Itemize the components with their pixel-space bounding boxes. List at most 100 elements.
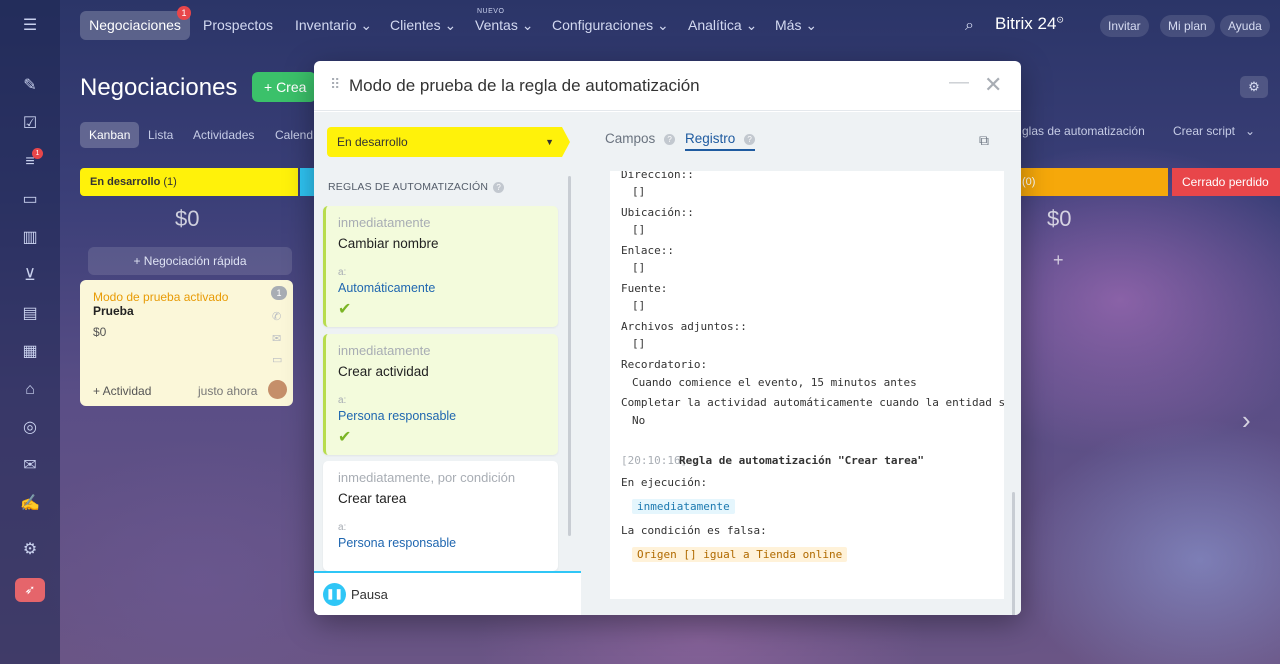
inbox-icon[interactable]: ▭ bbox=[20, 190, 40, 210]
rules-panel: En desarrollo ▼ REGLAS DE AUTOMATIZACIÓN… bbox=[314, 112, 581, 615]
settings-icon[interactable]: ⚙ bbox=[20, 540, 40, 560]
scroll-right-icon[interactable]: › bbox=[1242, 405, 1251, 436]
pause-button[interactable]: Pausa bbox=[351, 587, 388, 602]
pause-icon[interactable]: ❚❚ bbox=[323, 583, 346, 606]
nav-mas[interactable]: Más ⌄ bbox=[775, 17, 817, 34]
menu-icon[interactable]: ☰ bbox=[20, 16, 40, 36]
rule-a-label: a: bbox=[338, 395, 347, 406]
nav-clientes[interactable]: Clientes ⌄ bbox=[390, 17, 456, 34]
log-scrollbar[interactable] bbox=[1012, 492, 1015, 615]
quick-deal-button[interactable]: + Negociación rápida bbox=[88, 247, 292, 275]
automation-rules-button[interactable]: glas de automatización bbox=[1022, 124, 1145, 138]
view-lista[interactable]: Lista bbox=[139, 122, 182, 148]
help-icon: ? bbox=[664, 133, 676, 145]
close-icon[interactable]: ✕ bbox=[984, 72, 1002, 98]
log-list: 017 Dirección:: [] 018 Ubicación:: [] 01… bbox=[610, 171, 1004, 599]
rule-a-label: a: bbox=[338, 522, 347, 533]
crm-badge: 1 bbox=[32, 148, 43, 159]
rule-target[interactable]: Persona responsable bbox=[338, 409, 558, 423]
rule-target[interactable]: Automáticamente bbox=[338, 281, 558, 295]
nav-analitica[interactable]: Analítica ⌄ bbox=[688, 17, 757, 34]
column-header-right[interactable]: (0) bbox=[1010, 168, 1168, 196]
chevron-down-icon: ▼ bbox=[545, 137, 554, 147]
help-icon: ? bbox=[744, 133, 756, 145]
rule-target[interactable]: Persona responsable bbox=[338, 536, 558, 550]
drag-handle-icon[interactable]: ⠿ bbox=[330, 76, 340, 93]
docs-icon[interactable]: ✉ bbox=[20, 456, 40, 476]
search-icon[interactable]: ⌕ bbox=[965, 17, 974, 35]
view-actividades[interactable]: Actividades bbox=[184, 122, 263, 148]
nav-ventas[interactable]: Ventas ⌄ bbox=[475, 17, 533, 34]
rules-heading: REGLAS DE AUTOMATIZACIÓN? bbox=[328, 181, 505, 193]
brand-logo: Bitrix 24⊙ bbox=[995, 14, 1064, 33]
value-tag: inmediatamente bbox=[632, 499, 735, 514]
pause-bar: ❚❚ Pausa bbox=[314, 571, 581, 615]
tab-campos[interactable]: Campos ? bbox=[605, 131, 676, 146]
automation-test-modal: ⠿ Modo de prueba de la regla de automati… bbox=[314, 61, 1021, 615]
rule-card[interactable]: inmediatamente, por condición Crear tare… bbox=[323, 461, 558, 571]
new-label: NUEVO bbox=[477, 8, 505, 15]
page-title: Negociaciones bbox=[80, 74, 238, 101]
left-sidebar: ☰ ✎ ☑ ≡ 1 ▭ ▥ ⊻ ▤ ▦ ⌂ ◎ ✉ ✍ ⚙ ➶ bbox=[0, 0, 60, 664]
deal-time: justo ahora bbox=[198, 384, 258, 398]
help-icon[interactable]: ? bbox=[493, 181, 505, 193]
analytics-icon[interactable]: ▥ bbox=[20, 228, 40, 248]
phone-icon[interactable]: ✆ bbox=[272, 310, 281, 323]
deal-status: Modo de prueba activado bbox=[93, 290, 229, 304]
sign-icon[interactable]: ✍ bbox=[20, 494, 40, 514]
my-plan-button[interactable]: Mi plan bbox=[1160, 15, 1215, 37]
tasks-icon[interactable]: ☑ bbox=[20, 114, 40, 134]
nav-negociaciones[interactable]: Negociaciones bbox=[80, 11, 190, 40]
open-external-icon[interactable]: ⧉ bbox=[979, 132, 989, 149]
add-activity-link[interactable]: + Actividad bbox=[93, 384, 151, 398]
column-header-closed-lost[interactable]: Cerrado perdido bbox=[1172, 168, 1280, 196]
settings-gear-icon[interactable]: ⚙ bbox=[1240, 76, 1268, 98]
contacts-icon[interactable]: ▤ bbox=[20, 304, 40, 324]
rule-card[interactable]: inmediatamente Cambiar nombre a: Automát… bbox=[323, 206, 558, 327]
mail-icon[interactable]: ✉ bbox=[272, 332, 281, 345]
nav-inventario[interactable]: Inventario ⌄ bbox=[295, 17, 372, 34]
deal-amount: $0 bbox=[93, 325, 107, 339]
create-button[interactable]: + Crea bbox=[252, 72, 316, 102]
rule-when: inmediatamente, por condición bbox=[338, 470, 516, 485]
rule-when: inmediatamente bbox=[338, 215, 431, 230]
calendar-icon[interactable]: ▦ bbox=[20, 342, 40, 362]
deal-badge: 1 bbox=[271, 286, 287, 300]
deal-card[interactable]: Modo de prueba activado Prueba $0 1 ✆ ✉ … bbox=[80, 280, 293, 406]
rule-when: inmediatamente bbox=[338, 343, 431, 358]
stage-select[interactable]: En desarrollo ▼ bbox=[327, 127, 570, 157]
log-panel: Campos ? Registro ? ⧉ 017 Dirección:: []… bbox=[581, 112, 1021, 615]
feed-icon[interactable]: ✎ bbox=[20, 76, 40, 96]
create-script-button[interactable]: Crear script ⌄ bbox=[1173, 124, 1255, 138]
nav-prospectos[interactable]: Prospectos bbox=[203, 17, 273, 33]
rule-name: Crear tarea bbox=[338, 491, 407, 506]
check-icon: ✔ bbox=[338, 429, 352, 446]
condition-tag: Origen [] igual a Tienda online bbox=[632, 547, 848, 562]
avatar[interactable] bbox=[268, 380, 287, 399]
rule-name: Crear actividad bbox=[338, 364, 429, 379]
rule-a-label: a: bbox=[338, 267, 347, 278]
invite-button[interactable]: Invitar bbox=[1100, 15, 1149, 37]
view-kanban[interactable]: Kanban bbox=[80, 122, 140, 148]
rocket-icon[interactable]: ➶ bbox=[15, 578, 45, 602]
column-sum-right: $0 bbox=[1047, 206, 1072, 231]
nav-badge: 1 bbox=[177, 6, 191, 20]
target-icon[interactable]: ◎ bbox=[20, 418, 40, 438]
rules-scrollbar[interactable] bbox=[568, 176, 571, 536]
help-button[interactable]: Ayuda bbox=[1220, 15, 1270, 37]
column-header-desarrollo[interactable]: En desarrollo (1) bbox=[80, 168, 298, 196]
column-sum: $0 bbox=[175, 206, 200, 231]
tab-registro[interactable]: Registro ? bbox=[685, 131, 756, 151]
deal-name[interactable]: Prueba bbox=[93, 304, 134, 318]
rule-card[interactable]: inmediatamente Crear actividad a: Person… bbox=[323, 334, 558, 455]
add-deal-icon[interactable]: + bbox=[1053, 250, 1064, 271]
modal-title: Modo de prueba de la regla de automatiza… bbox=[349, 76, 700, 95]
modal-header: ⠿ Modo de prueba de la regla de automati… bbox=[314, 61, 1021, 111]
chat-icon[interactable]: ▭ bbox=[272, 353, 282, 366]
cart-icon[interactable]: ⊻ bbox=[20, 266, 40, 286]
check-icon: ✔ bbox=[338, 301, 352, 318]
column-header-next[interactable] bbox=[300, 168, 314, 196]
store-icon[interactable]: ⌂ bbox=[20, 380, 40, 400]
nav-configuraciones[interactable]: Configuraciones ⌄ bbox=[552, 17, 669, 34]
minimize-icon[interactable]: — bbox=[949, 71, 969, 94]
